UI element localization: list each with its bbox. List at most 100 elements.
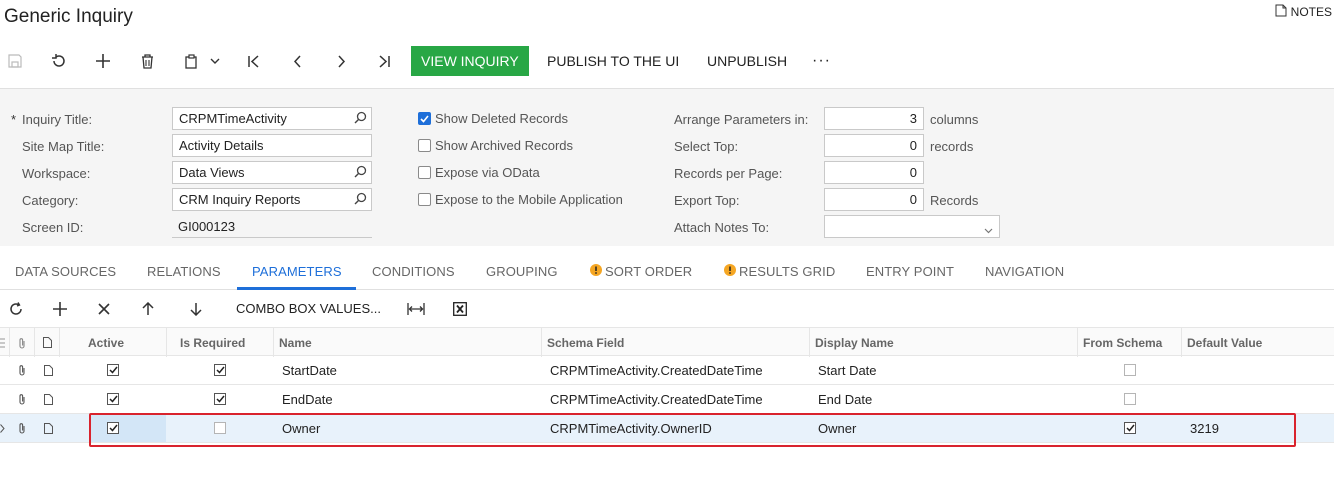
tab-grouping[interactable]: GROUPING (486, 264, 558, 279)
select-top-field[interactable]: 0 (824, 134, 924, 157)
display-name-cell[interactable]: Start Date (818, 356, 877, 384)
tab-results-grid[interactable]: RESULTS GRID (724, 264, 835, 279)
add-row-icon[interactable] (48, 297, 72, 321)
combo-box-values-button[interactable]: COMBO BOX VALUES... (236, 301, 381, 316)
publish-button[interactable]: PUBLISH TO THE UI (547, 46, 679, 76)
table-row[interactable]: StartDate CRPMTimeActivity.CreatedDateTi… (0, 356, 1334, 385)
attach-notes-select[interactable] (824, 215, 1000, 238)
tab-entry-point[interactable]: ENTRY POINT (866, 264, 954, 279)
previous-icon[interactable] (284, 44, 310, 78)
expose-odata-checkbox[interactable]: Expose via OData (418, 165, 540, 180)
last-record-icon[interactable] (371, 44, 397, 78)
view-inquiry-button[interactable]: VIEW INQUIRY (411, 46, 529, 76)
column-header-name[interactable]: Name (274, 328, 542, 357)
is-required-checkbox[interactable] (214, 414, 226, 442)
category-field[interactable]: CRM Inquiry Reports (172, 188, 372, 211)
active-checkbox[interactable] (107, 385, 119, 413)
delete-icon[interactable] (134, 44, 160, 78)
move-down-icon[interactable] (184, 297, 208, 321)
note-icon[interactable] (35, 328, 60, 357)
schema-field-cell[interactable]: CRPMTimeActivity.OwnerID (550, 414, 712, 442)
search-icon[interactable] (354, 165, 367, 181)
schema-field-cell[interactable]: CRPMTimeActivity.CreatedDateTime (550, 356, 763, 384)
undo-icon[interactable] (46, 44, 72, 78)
fit-columns-icon[interactable] (404, 297, 428, 321)
delete-row-icon[interactable] (92, 297, 116, 321)
attachment-icon[interactable] (10, 328, 35, 357)
column-header-active[interactable]: Active (60, 328, 167, 357)
display-name-cell[interactable]: Owner (818, 414, 856, 442)
tab-parameters[interactable]: PARAMETERS (252, 264, 342, 279)
schema-field-cell[interactable]: CRPMTimeActivity.CreatedDateTime (550, 385, 763, 413)
name-cell[interactable]: EndDate (282, 385, 333, 413)
name-cell[interactable]: Owner (282, 414, 320, 442)
active-checkbox[interactable] (107, 414, 119, 442)
default-value-cell[interactable]: 3219 (1190, 414, 1219, 442)
checkbox-icon[interactable] (1124, 364, 1136, 376)
refresh-icon[interactable] (4, 297, 28, 321)
attachment-icon[interactable] (18, 356, 26, 384)
note-icon[interactable] (44, 414, 53, 442)
column-header-is-required[interactable]: Is Required (167, 328, 274, 357)
column-header-schema-field[interactable]: Schema Field (542, 328, 810, 357)
column-header-display-name[interactable]: Display Name (810, 328, 1078, 357)
checkbox-icon[interactable] (418, 139, 431, 152)
checkbox-checked-icon[interactable] (107, 422, 119, 434)
first-record-icon[interactable] (240, 44, 266, 78)
chevron-down-icon[interactable] (984, 222, 993, 237)
copy-paste-icon[interactable] (178, 44, 204, 78)
next-icon[interactable] (328, 44, 354, 78)
is-required-checkbox[interactable] (214, 356, 226, 384)
chevron-down-icon[interactable] (202, 44, 228, 78)
checkbox-icon[interactable] (418, 166, 431, 179)
inquiry-title-field[interactable]: CRPMTimeActivity (172, 107, 372, 130)
checkbox-icon[interactable] (214, 422, 226, 434)
note-icon[interactable] (44, 356, 53, 384)
from-schema-checkbox[interactable] (1124, 356, 1136, 384)
unpublish-button[interactable]: UNPUBLISH (707, 46, 787, 76)
attachment-icon[interactable] (18, 385, 26, 413)
tab-data-sources[interactable]: DATA SOURCES (15, 264, 116, 279)
column-header-from-schema[interactable]: From Schema (1078, 328, 1182, 357)
checkbox-checked-icon[interactable] (107, 364, 119, 376)
checkbox-checked-icon[interactable] (1124, 422, 1136, 434)
checkbox-icon[interactable] (418, 193, 431, 206)
checkbox-checked-icon[interactable] (214, 364, 226, 376)
arrange-columns-field[interactable]: 3 (824, 107, 924, 130)
is-required-checkbox[interactable] (214, 385, 226, 413)
checkbox-checked-icon[interactable] (214, 393, 226, 405)
search-icon[interactable] (354, 111, 367, 127)
search-icon[interactable] (354, 192, 367, 208)
tab-relations[interactable]: RELATIONS (147, 264, 221, 279)
export-excel-icon[interactable] (448, 297, 472, 321)
tab-label: ENTRY POINT (866, 264, 955, 279)
show-deleted-checkbox[interactable]: Show Deleted Records (418, 111, 568, 126)
notes-button[interactable]: NOTES (1275, 4, 1332, 20)
table-row[interactable]: EndDate CRPMTimeActivity.CreatedDateTime… (0, 385, 1334, 414)
name-cell[interactable]: StartDate (282, 356, 337, 384)
active-checkbox[interactable] (107, 356, 119, 384)
note-icon[interactable] (44, 385, 53, 413)
from-schema-checkbox[interactable] (1124, 414, 1136, 442)
checkbox-checked-icon[interactable] (107, 393, 119, 405)
records-per-page-field[interactable]: 0 (824, 161, 924, 184)
table-row-selected[interactable]: Owner CRPMTimeActivity.OwnerID Owner 321… (0, 414, 1334, 443)
move-up-icon[interactable] (136, 297, 160, 321)
workspace-field[interactable]: Data Views (172, 161, 372, 184)
expose-mobile-checkbox[interactable]: Expose to the Mobile Application (418, 192, 623, 207)
show-archived-checkbox[interactable]: Show Archived Records (418, 138, 573, 153)
export-top-field[interactable]: 0 (824, 188, 924, 211)
more-icon[interactable]: ··· (812, 46, 831, 76)
attachment-icon[interactable] (18, 414, 26, 442)
tab-conditions[interactable]: CONDITIONS (372, 264, 455, 279)
add-icon[interactable] (90, 44, 116, 78)
checkbox-icon[interactable] (1124, 393, 1136, 405)
site-map-title-field[interactable]: Activity Details (172, 134, 372, 157)
column-header-default-value[interactable]: Default Value (1182, 328, 1334, 357)
checkbox-checked-icon[interactable] (418, 112, 431, 125)
tab-sort-order[interactable]: SORT ORDER (590, 264, 692, 279)
display-name-cell[interactable]: End Date (818, 385, 872, 413)
from-schema-checkbox[interactable] (1124, 385, 1136, 413)
save-icon[interactable] (2, 44, 28, 78)
tab-navigation[interactable]: NAVIGATION (985, 264, 1064, 279)
